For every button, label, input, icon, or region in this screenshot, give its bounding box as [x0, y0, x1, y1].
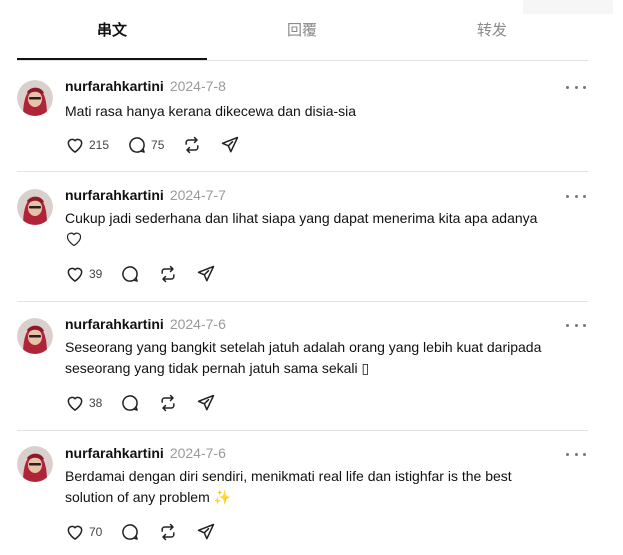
- heart-icon: [67, 267, 83, 282]
- speech-bubble-icon: [129, 137, 145, 153]
- like-button[interactable]: 215: [65, 135, 109, 155]
- post[interactable]: nurfarahkartini 2024-7-8 Mati rasa hanya …: [17, 60, 588, 172]
- avatar[interactable]: [17, 189, 53, 225]
- like-count: 215: [89, 138, 110, 152]
- username[interactable]: nurfarahkartini: [65, 187, 164, 203]
- like-count: 39: [89, 267, 103, 281]
- username[interactable]: nurfarahkartini: [65, 78, 164, 94]
- speech-bubble-icon: [122, 395, 139, 411]
- post-date: 2024-7-8: [169, 78, 226, 94]
- send-icon: [198, 523, 215, 540]
- post-date: 2024-7-7: [169, 187, 226, 203]
- repost-button[interactable]: [158, 264, 178, 284]
- repost-button[interactable]: [158, 522, 178, 542]
- share-button[interactable]: [196, 393, 216, 413]
- more-dots-icon[interactable]: [566, 447, 586, 461]
- post[interactable]: nurfarahkartini 2024-7-6 Seseorang yang b…: [17, 302, 588, 431]
- post-text: Seseorang yang bangkit setelah jatuh ada…: [65, 339, 542, 376]
- repost-icon: [161, 394, 175, 412]
- speech-bubble-icon: [122, 266, 139, 282]
- share-button[interactable]: [196, 264, 216, 284]
- avatar[interactable]: [17, 318, 53, 354]
- share-button[interactable]: [220, 135, 240, 155]
- like-button[interactable]: 39: [65, 264, 102, 284]
- send-icon: [198, 394, 215, 411]
- post-text: Berdamai dengan diri sendiri, menikmati …: [65, 468, 512, 505]
- repost-button[interactable]: [182, 135, 202, 155]
- heart-outline-emoji: [66, 232, 82, 247]
- post-text: Cukup jadi sederhana dan lihat siapa yan…: [65, 208, 570, 250]
- send-icon: [222, 136, 239, 153]
- repost-icon: [161, 523, 175, 541]
- profile-tabs: 串文 回覆 转发: [17, 0, 588, 61]
- post[interactable]: nurfarahkartini 2024-7-7 Cukup jadi seder…: [17, 172, 588, 302]
- tab-posts[interactable]: 串文: [17, 0, 207, 60]
- reply-button[interactable]: [120, 522, 140, 542]
- post-actions: 70: [65, 521, 234, 543]
- username[interactable]: nurfarahkartini: [65, 316, 164, 332]
- post-actions: 215 75: [65, 134, 258, 156]
- more-dots-icon[interactable]: [566, 189, 586, 203]
- share-button[interactable]: [196, 522, 216, 542]
- repost-button[interactable]: [158, 393, 178, 413]
- repost-icon: [185, 136, 199, 154]
- tab-replies[interactable]: 回覆: [207, 0, 397, 59]
- reply-button[interactable]: 75: [127, 135, 164, 155]
- reply-button[interactable]: [120, 393, 140, 413]
- post-text: Mati rasa hanya kerana dikecewa dan disi…: [65, 103, 357, 119]
- post-actions: 39: [65, 263, 234, 285]
- more-dots-icon[interactable]: [566, 318, 586, 332]
- post-date: 2024-7-6: [169, 445, 226, 461]
- speech-bubble-icon: [122, 524, 139, 540]
- like-button[interactable]: 70: [65, 522, 102, 542]
- reply-button[interactable]: [120, 264, 140, 284]
- post-header: nurfarahkartini 2024-7-6: [65, 316, 226, 332]
- post-header: nurfarahkartini 2024-7-8: [65, 78, 226, 94]
- heart-icon: [67, 138, 83, 153]
- more-dots-icon[interactable]: [566, 80, 586, 94]
- send-icon: [198, 265, 215, 282]
- username[interactable]: nurfarahkartini: [65, 445, 164, 461]
- avatar[interactable]: [17, 446, 53, 482]
- like-count: 70: [89, 525, 103, 539]
- post-header: nurfarahkartini 2024-7-7: [65, 187, 226, 203]
- like-button[interactable]: 38: [65, 393, 102, 413]
- reply-count: 75: [151, 138, 165, 152]
- post-actions: 38: [65, 392, 234, 414]
- post[interactable]: nurfarahkartini 2024-7-6 Berdamai dengan …: [17, 431, 588, 555]
- post-date: 2024-7-6: [169, 316, 226, 332]
- heart-icon: [67, 396, 83, 411]
- repost-icon: [161, 265, 175, 283]
- avatar[interactable]: [17, 80, 53, 116]
- like-count: 38: [89, 396, 103, 410]
- top-bar-fragment: [523, 0, 613, 14]
- heart-icon: [67, 525, 83, 540]
- post-header: nurfarahkartini 2024-7-6: [65, 445, 226, 461]
